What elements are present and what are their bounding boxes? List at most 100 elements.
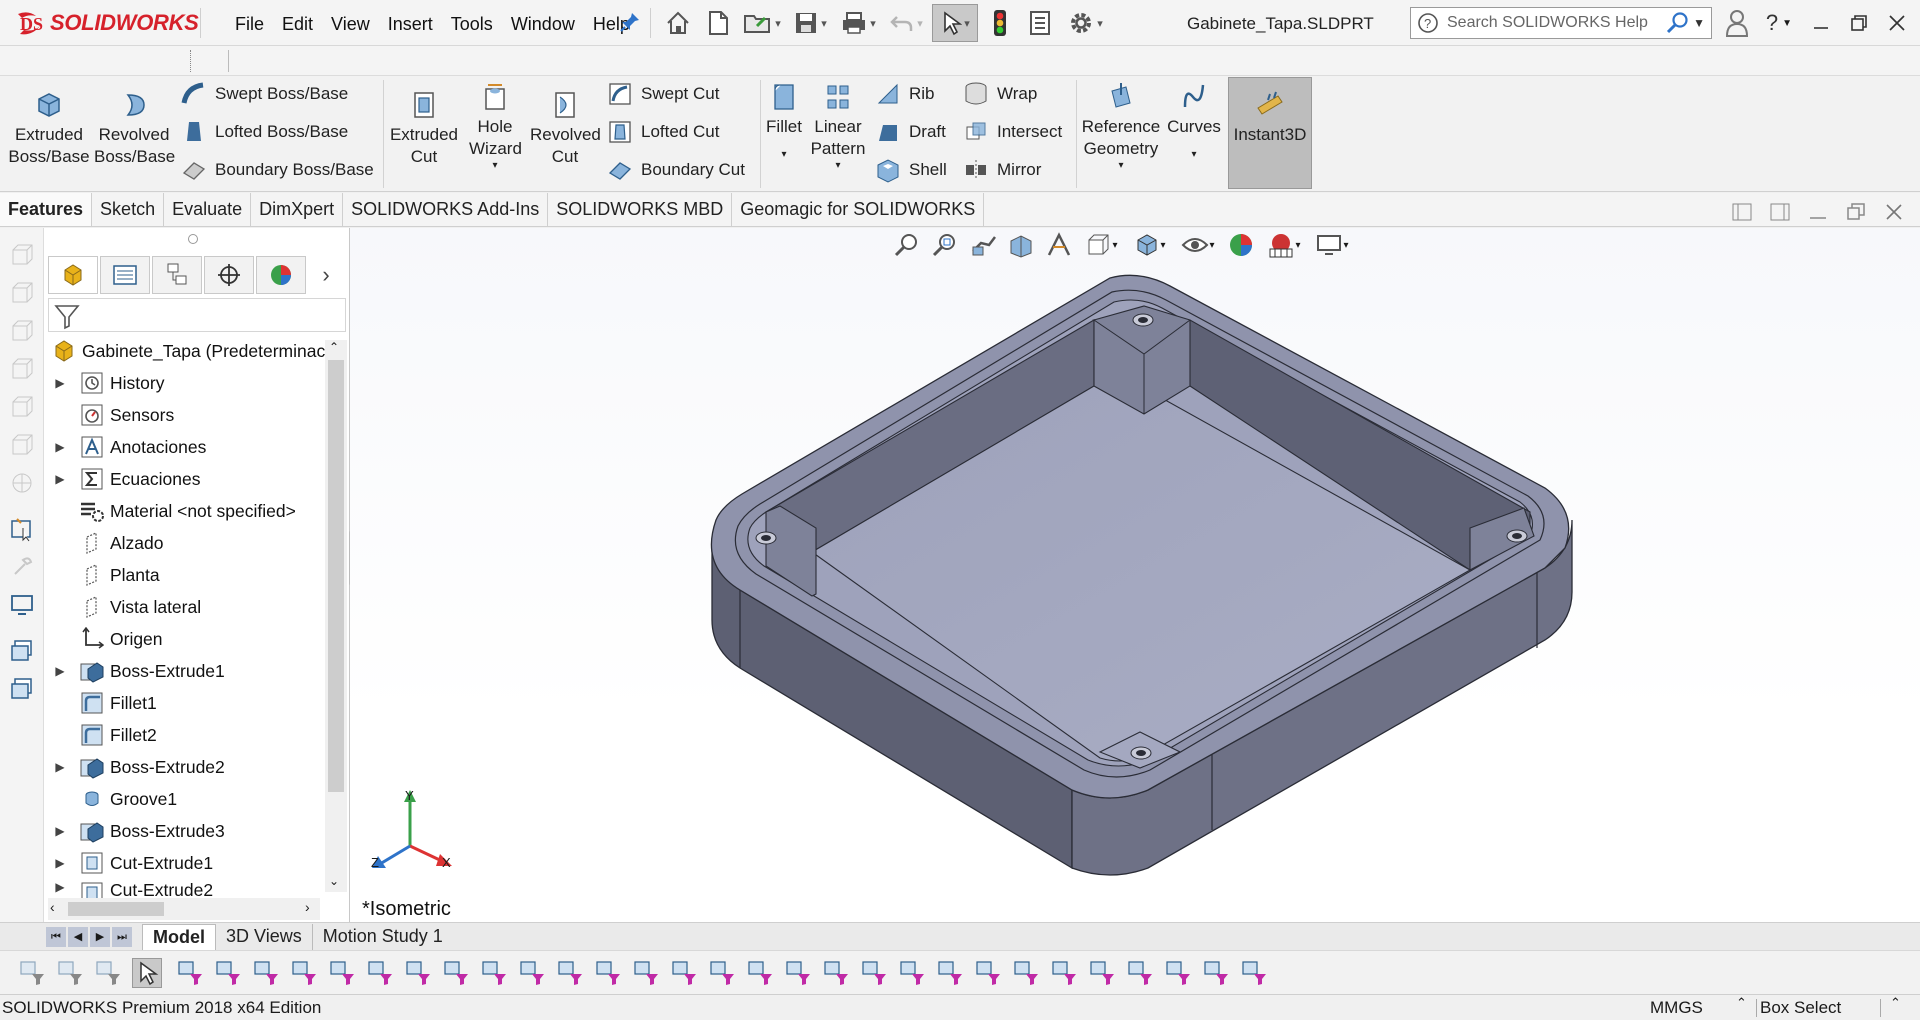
select-other-icon[interactable]	[176, 958, 206, 988]
tree-item[interactable]: ▶ Cut-Extrude2	[50, 880, 213, 898]
display-pane-icon[interactable]	[7, 590, 37, 620]
filter-sketch-points-icon[interactable]	[556, 958, 586, 988]
filter-sketch-segments-icon[interactable]	[518, 958, 548, 988]
file-properties-icon[interactable]	[1022, 4, 1058, 42]
mirror-button[interactable]: Mirror	[962, 156, 1041, 184]
view-settings-icon[interactable]: ▾	[1310, 228, 1354, 262]
menu-view[interactable]: View	[322, 8, 379, 41]
first-tab-icon[interactable]: ⏮	[46, 926, 66, 947]
tab-solidworks-add-ins[interactable]: SOLIDWORKS Add-Ins	[343, 193, 549, 226]
boundary-boss-button[interactable]: Boundary Boss/Base	[180, 156, 374, 184]
cube-view-icon[interactable]	[7, 430, 37, 460]
filter-solid-bodies-icon[interactable]	[328, 958, 358, 988]
filter-edges-icon[interactable]	[252, 958, 282, 988]
tree-item[interactable]: Alzado	[50, 528, 164, 558]
select-tool-icon[interactable]	[932, 4, 978, 42]
tree-horizontal-scroll-thumb[interactable]	[68, 902, 164, 916]
filter-notes-icon[interactable]	[784, 958, 814, 988]
menu-insert[interactable]: Insert	[379, 8, 442, 41]
filter-vertices-icon[interactable]	[214, 958, 244, 988]
status-dropdown-icon[interactable]: ⌃	[1890, 995, 1901, 1011]
boundary-cut-button[interactable]: Boundary Cut	[606, 156, 745, 184]
dynamic-annotation-icon[interactable]	[1042, 228, 1076, 262]
filter-dimensions-icon[interactable]	[1126, 958, 1156, 988]
lofted-cut-button[interactable]: Lofted Cut	[606, 118, 719, 146]
print-icon[interactable]	[836, 4, 880, 42]
feature-tree-tab-icon[interactable]	[48, 256, 98, 294]
cube-view-icon[interactable]	[7, 354, 37, 384]
rib-button[interactable]: Rib	[874, 80, 935, 108]
filter-toggle-icon[interactable]	[18, 958, 48, 988]
expand-arrow-icon[interactable]: ▶	[50, 664, 70, 678]
tree-item[interactable]: Vista lateral	[50, 592, 201, 622]
help-menu-icon[interactable]: ? ▼	[1756, 4, 1802, 42]
reference-geometry-button[interactable]: Reference Geometry ▾	[1078, 80, 1164, 172]
tree-item[interactable]: Fillet1	[50, 688, 157, 718]
filter-clear-icon[interactable]	[56, 958, 86, 988]
instant3d-button[interactable]: Instant3D	[1228, 77, 1312, 189]
extruded-boss-button[interactable]: Extruded Boss/Base	[6, 88, 92, 168]
cube-view-icon[interactable]	[7, 316, 37, 346]
filter-connection-points-icon[interactable]	[1202, 958, 1232, 988]
tab-3d-views[interactable]: 3D Views	[216, 924, 312, 950]
home-icon[interactable]	[660, 4, 696, 42]
fillet-button[interactable]: Fillet ▾	[762, 80, 806, 172]
tree-item[interactable]: Sensors	[50, 400, 174, 430]
menu-window[interactable]: Window	[502, 8, 584, 41]
filter-annotations-icon[interactable]	[746, 958, 776, 988]
filter-surface-finish-icon[interactable]	[936, 958, 966, 988]
scroll-left-icon[interactable]: ‹	[50, 899, 55, 915]
tab-evaluate[interactable]: Evaluate	[164, 193, 252, 226]
search-input[interactable]: Search SOLIDWORKS Help	[1447, 14, 1665, 32]
tree-item[interactable]: ▶ Cut-Extrude1	[50, 848, 213, 878]
tree-item[interactable]: Material <not specified>	[50, 496, 296, 526]
tab-sketch[interactable]: Sketch	[92, 193, 165, 226]
viewport-minimize-icon[interactable]	[1806, 200, 1836, 230]
filter-all-icon[interactable]	[94, 958, 124, 988]
intersect-button[interactable]: Intersect	[962, 118, 1062, 146]
lofted-boss-button[interactable]: Lofted Boss/Base	[180, 118, 348, 146]
extruded-cut-button[interactable]: Extruded Cut	[386, 88, 462, 168]
next-tab-icon[interactable]: ▶	[90, 926, 110, 947]
filter-surface-bodies-icon[interactable]	[366, 958, 396, 988]
pane-right-icon[interactable]	[1768, 200, 1798, 230]
tree-item[interactable]: Fillet2	[50, 720, 157, 750]
tree-item[interactable]: Origen	[50, 624, 163, 654]
previous-view-icon[interactable]	[966, 228, 1000, 262]
expand-arrow-icon[interactable]: ▶	[50, 856, 70, 870]
tree-item[interactable]: Planta	[50, 560, 160, 590]
solidworks-logo[interactable]: DS SOLIDWORKS	[14, 4, 199, 42]
hole-wizard-button[interactable]: Hole Wizard ▾	[460, 80, 530, 172]
tree-item[interactable]: ▶ Boss-Extrude2	[50, 752, 225, 782]
tree-root-item[interactable]: Gabinete_Tapa (Predeterminac	[48, 336, 325, 366]
select-arrow-icon[interactable]	[132, 958, 162, 988]
grip-handle[interactable]	[190, 50, 191, 72]
expand-arrow-icon[interactable]: ▶	[50, 760, 70, 774]
panel-grip[interactable]	[188, 234, 198, 244]
curves-dropdown-icon[interactable]: ▾	[1191, 138, 1196, 172]
stack-view-icon[interactable]	[7, 636, 37, 666]
scroll-down-icon[interactable]: ⌄	[329, 874, 339, 888]
view-orientation-icon[interactable]: ▾	[1080, 228, 1124, 262]
menu-edit[interactable]: Edit	[273, 8, 322, 41]
filter-origins-icon[interactable]	[632, 958, 662, 988]
zoom-to-area-icon[interactable]	[928, 228, 962, 262]
wrench-icon[interactable]	[7, 552, 37, 582]
linear-pattern-button[interactable]: Linear Pattern ▾	[806, 80, 870, 172]
curves-button[interactable]: Curves ▾	[1166, 80, 1222, 172]
stack-view-icon[interactable]	[7, 674, 37, 704]
fillet-dropdown-icon[interactable]: ▾	[781, 138, 786, 172]
revolved-boss-button[interactable]: Revolved Boss/Base	[92, 88, 176, 168]
scroll-up-icon[interactable]: ⌃	[329, 340, 339, 354]
tab-features[interactable]: Features	[0, 193, 93, 226]
prev-tab-icon[interactable]: ◀	[68, 926, 88, 947]
cube-view-icon[interactable]	[7, 240, 37, 270]
filter-center-mark-icon[interactable]	[1088, 958, 1118, 988]
new-document-icon[interactable]	[700, 4, 736, 42]
user-account-icon[interactable]	[1718, 4, 1756, 42]
last-tab-icon[interactable]: ⏭	[112, 926, 132, 947]
rebuild-traffic-light-icon[interactable]	[982, 4, 1018, 42]
undo-icon[interactable]	[884, 4, 928, 42]
filter-hole-callout-icon[interactable]	[1012, 958, 1042, 988]
apply-scene-icon[interactable]: ▾	[1262, 228, 1306, 262]
